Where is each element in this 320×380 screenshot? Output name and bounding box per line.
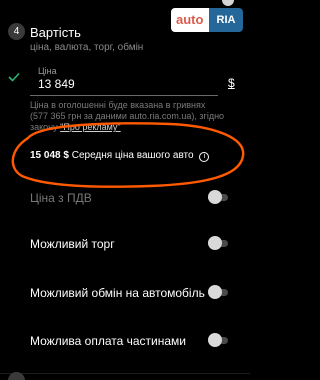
- check-icon: [8, 72, 20, 82]
- top-toggle-partial[interactable]: [0, 0, 250, 8]
- option-row-vat[interactable]: Ціна з ПДВ: [30, 186, 240, 210]
- average-price-row: 15 048 $ Середня ціна вашого авто i: [30, 150, 210, 162]
- step-number-badge: 4: [8, 23, 25, 40]
- info-icon[interactable]: i: [199, 152, 210, 162]
- advertising-law-link[interactable]: "Про рекламу": [60, 122, 120, 132]
- autoria-logo: auto RIA: [171, 8, 243, 32]
- option-label-installments: Можлива оплата частинами: [30, 334, 186, 348]
- installments-toggle-thumb[interactable]: [208, 333, 222, 347]
- option-label-exchange: Можливий обмін на автомобіль: [30, 286, 205, 300]
- note-line-3-prefix: закону: [30, 122, 61, 132]
- vat-toggle-thumb[interactable]: [208, 190, 222, 204]
- price-input-field[interactable]: Ціна 13 849: [30, 64, 218, 96]
- bargain-toggle[interactable]: [208, 236, 228, 250]
- vat-toggle[interactable]: [208, 190, 228, 204]
- note-line-1: Ціна в оголошенні буде вказана в гривнях: [30, 100, 206, 110]
- exchange-toggle[interactable]: [208, 285, 228, 299]
- currency-selector[interactable]: $: [228, 76, 235, 90]
- section-title: Вартість: [30, 25, 81, 40]
- option-row-exchange[interactable]: Можливий обмін на автомобіль: [30, 281, 240, 305]
- option-row-installments[interactable]: Можлива оплата частинами: [30, 329, 240, 353]
- installments-toggle[interactable]: [208, 333, 228, 347]
- average-price-text: Середня ціна вашого авто: [71, 150, 194, 161]
- option-row-bargain[interactable]: Можливий торг: [30, 232, 240, 256]
- bottom-divider: [0, 373, 250, 374]
- logo-ria-text: RIA: [209, 8, 243, 32]
- average-price-value: 15 048 $: [30, 150, 69, 161]
- price-note: Ціна в оголошенні буде вказана в гривнях…: [30, 100, 240, 133]
- top-toggle-thumb[interactable]: [222, 0, 234, 6]
- option-label-vat: Ціна з ПДВ: [30, 191, 92, 205]
- price-field-value[interactable]: 13 849: [38, 77, 75, 91]
- exchange-toggle-thumb[interactable]: [208, 285, 222, 299]
- logo-auto-text: auto: [171, 8, 209, 32]
- section-subtitle: ціна, валюта, торг, обмін: [30, 42, 144, 53]
- option-label-bargain: Можливий торг: [30, 237, 115, 251]
- price-field-label: Ціна: [38, 66, 57, 76]
- note-line-2: (577 365 грн за даними auto.ria.com.ua),…: [30, 111, 225, 121]
- note-line-3: закону "Про рекламу": [30, 122, 240, 133]
- bargain-toggle-thumb[interactable]: [208, 236, 222, 250]
